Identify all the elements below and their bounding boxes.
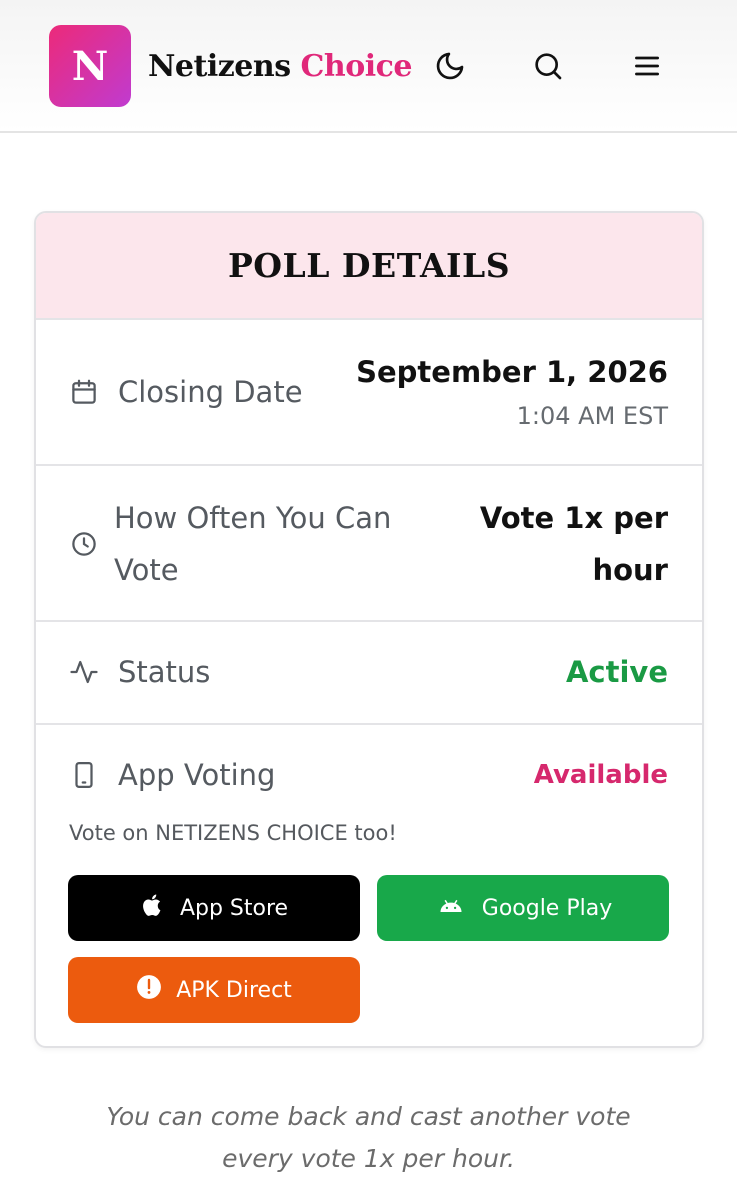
app-store-button[interactable]: App Store	[68, 875, 360, 941]
apple-icon	[140, 892, 166, 924]
card-title: POLL DETAILS	[227, 246, 511, 285]
closing-date-value: September 1, 2026	[356, 355, 668, 389]
poll-details-card: POLL DETAILS Closing Date September 1, 2…	[34, 211, 704, 1048]
logo[interactable]: N	[49, 25, 131, 107]
app-voting-note: Vote on NETIZENS CHOICE too!	[69, 821, 397, 845]
menu-icon[interactable]	[629, 46, 665, 86]
vote-again-line2: every vote 1x per hour.	[222, 1144, 515, 1173]
status-badge: Active	[565, 655, 668, 689]
google-play-button[interactable]: Google Play	[377, 875, 669, 941]
card-header: POLL DETAILS	[36, 213, 702, 320]
status-row: Status Active	[36, 622, 702, 725]
google-play-label: Google Play	[481, 895, 613, 921]
brand-second: Choice	[300, 49, 413, 84]
app-voting-label: App Voting	[118, 758, 276, 792]
vote-again-note: You can come back and cast another vote …	[40, 1096, 697, 1180]
search-icon[interactable]	[530, 46, 566, 86]
apk-direct-label: APK Direct	[176, 977, 292, 1003]
frequency-value-line1: Vote 1x per	[479, 501, 668, 535]
download-icon	[136, 974, 162, 1006]
frequency-label-line2: Vote	[114, 553, 179, 587]
activity-icon	[68, 656, 100, 688]
frequency-label-line1: How Often You Can	[114, 501, 392, 535]
closing-date-label: Closing Date	[118, 375, 303, 409]
app-voting-status: Available	[533, 760, 668, 790]
clock-icon	[68, 528, 100, 560]
vote-again-line1: You can come back and cast another vote	[106, 1102, 631, 1131]
calendar-icon	[68, 376, 100, 408]
phone-icon	[68, 759, 100, 791]
app-store-label: App Store	[179, 895, 289, 921]
site-header: N Netizens Choice	[0, 0, 737, 133]
closing-time-value: 1:04 AM EST	[516, 402, 668, 430]
moon-icon[interactable]	[432, 46, 468, 86]
brand-first: Netizens	[148, 49, 291, 84]
android-icon	[434, 891, 468, 925]
status-label: Status	[118, 655, 211, 689]
apk-direct-button[interactable]: APK Direct	[68, 957, 360, 1023]
frequency-value-line2: hour	[592, 553, 668, 587]
brand-name[interactable]: Netizens Choice	[148, 44, 413, 90]
vote-frequency-row: How Often You Can Vote Vote 1x per hour	[36, 466, 702, 622]
closing-date-row: Closing Date September 1, 2026 1:04 AM E…	[36, 320, 702, 466]
logo-letter: N	[71, 42, 109, 90]
